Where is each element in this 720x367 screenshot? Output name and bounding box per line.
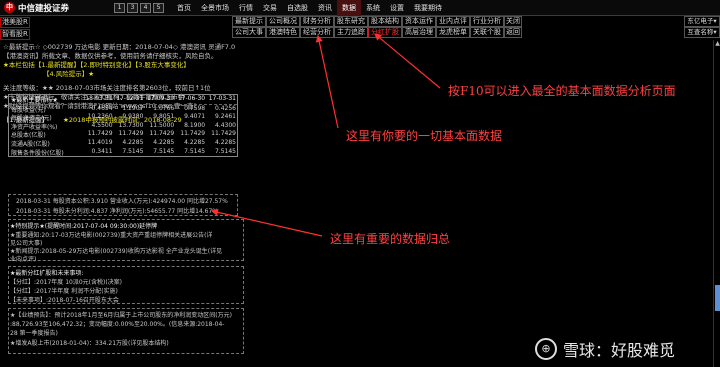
snowball-logo-icon: ⊕: [535, 338, 557, 360]
arrow-to-performance: [210, 208, 323, 237]
annotation-fundamentals: 这里有你要的一切基本面数据: [346, 129, 503, 143]
scroll-thumb[interactable]: [715, 285, 720, 311]
annotation-arrows: [210, 33, 441, 237]
annotation-summary: 这里有重要的数据归总: [330, 232, 451, 246]
arrow-to-operation-tab: [315, 34, 339, 129]
annotation-f10: 按F10可以进入最全的基本面数据分析页面: [448, 84, 676, 98]
watermark: ⊕ 雪球：好股难觅: [535, 337, 675, 361]
scroll-up-icon[interactable]: ▲: [714, 40, 720, 47]
watermark-text: 雪球：好股难觅: [563, 341, 676, 360]
arrow-to-dividend-tab: [374, 33, 441, 89]
vertical-scrollbar[interactable]: ▲: [713, 40, 720, 367]
